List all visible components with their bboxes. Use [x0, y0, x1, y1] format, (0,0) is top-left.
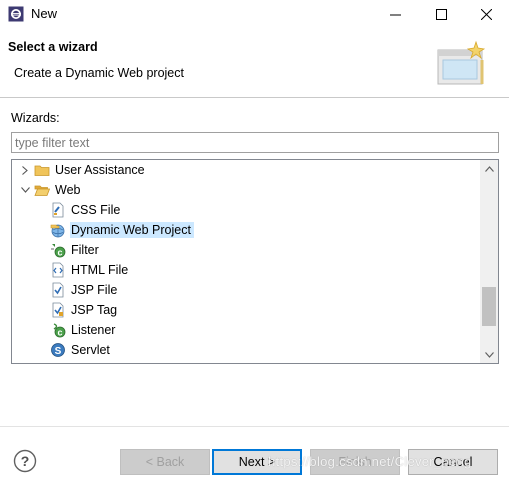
tree-item-label: CSS File [71, 203, 121, 217]
tree-item-label: HTML File [71, 263, 129, 277]
window-title: New [31, 6, 58, 21]
scroll-down-button[interactable] [480, 346, 498, 363]
tree-item[interactable]: Dynamic Web Project [34, 220, 194, 240]
next-button[interactable]: Next > [212, 449, 302, 475]
wizards-label: Wizards: [11, 111, 60, 125]
vertical-scrollbar[interactable] [480, 160, 498, 363]
back-button[interactable]: < Back [120, 449, 210, 475]
tree-item-label: JSP Tag [71, 303, 118, 317]
chevron-right-icon [22, 165, 28, 175]
wizard-header: Select a wizard Create a Dynamic Web pro… [0, 28, 509, 98]
chevron-down-icon [484, 351, 494, 358]
svg-text:?: ? [21, 453, 30, 469]
filter-icon: c [50, 242, 66, 258]
tree-item-label: JSP File [71, 283, 118, 297]
scrollbar-thumb[interactable] [482, 287, 496, 326]
page-description: Create a Dynamic Web project [14, 66, 184, 80]
close-button[interactable] [463, 0, 509, 28]
chevron-down-icon [20, 187, 30, 193]
minimize-icon [389, 14, 401, 15]
close-icon [480, 8, 492, 20]
maximize-button[interactable] [418, 0, 464, 28]
jsp-file-icon [50, 282, 66, 298]
new-wizard-banner-icon [437, 40, 486, 85]
help-icon[interactable]: ? [13, 449, 37, 473]
filter-input[interactable] [11, 132, 499, 153]
title-bar: New [0, 0, 509, 28]
tree-item[interactable]: c Listener [34, 320, 118, 340]
footer-divider [0, 426, 509, 427]
folder-open-icon [34, 182, 50, 198]
tree-item[interactable]: JSP Tag [34, 300, 120, 320]
minimize-button[interactable] [372, 0, 418, 28]
tree-item-label: Filter [71, 243, 99, 257]
tree-item[interactable]: User Assistance [18, 160, 148, 180]
tree-item-label: Dynamic Web Project [70, 222, 194, 238]
expand-toggle[interactable] [18, 160, 32, 180]
cancel-button[interactable]: Cancel [408, 449, 498, 475]
tree-item[interactable]: HTML File [34, 260, 131, 280]
tree-item[interactable]: JSP File [34, 280, 120, 300]
tree-item[interactable]: Web [18, 180, 83, 200]
page-title: Select a wizard [8, 40, 98, 54]
tree-item-label: Servlet [71, 343, 110, 357]
listener-icon: c [50, 322, 66, 338]
svg-text:S: S [55, 346, 62, 357]
eclipse-app-icon [8, 6, 24, 22]
chevron-up-icon [484, 165, 494, 172]
tree-item[interactable]: c Filter [34, 240, 102, 260]
svg-text:c: c [57, 248, 62, 258]
folder-icon [34, 162, 50, 178]
web-project-icon [50, 222, 66, 238]
maximize-icon [435, 8, 447, 20]
jsp-tag-icon [50, 302, 66, 318]
tree-item[interactable]: CSS File [34, 200, 123, 220]
tree-item-label: Listener [71, 323, 116, 337]
html-file-icon [50, 262, 66, 278]
tree-item[interactable]: S Servlet [34, 340, 113, 360]
servlet-icon: S [50, 342, 66, 358]
finish-button[interactable]: Finish [310, 449, 400, 475]
tree-item-label: Web [55, 183, 81, 197]
scroll-up-button[interactable] [480, 160, 498, 177]
css-file-icon [50, 202, 66, 218]
svg-text:c: c [57, 328, 62, 338]
expand-toggle[interactable] [18, 180, 32, 200]
wizard-tree[interactable]: User Assistance Web CSS File Dynamic Web Pr… [11, 159, 499, 364]
tree-item-label: User Assistance [55, 163, 145, 177]
